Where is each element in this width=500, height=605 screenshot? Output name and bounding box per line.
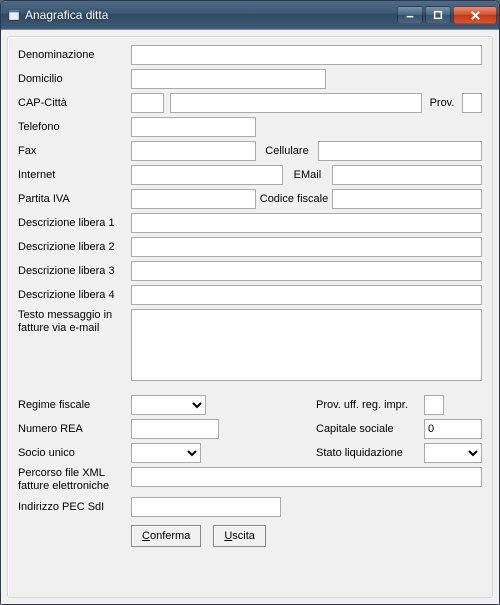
- denominazione-field[interactable]: [131, 45, 482, 65]
- window-title: Anagrafica ditta: [25, 8, 397, 22]
- domicilio-field[interactable]: [131, 69, 326, 89]
- descr2-field[interactable]: [131, 237, 482, 257]
- label-partita-iva: Partita IVA: [18, 193, 131, 205]
- descr4-field[interactable]: [131, 285, 482, 305]
- citta-field[interactable]: [170, 93, 422, 113]
- testo-msg-field[interactable]: [131, 309, 482, 381]
- label-prov: Prov.: [422, 97, 462, 109]
- maximize-button[interactable]: [425, 6, 451, 24]
- label-cap-citta: CAP-Città: [18, 97, 131, 109]
- confirm-button[interactable]: Conferma: [131, 525, 201, 547]
- client-area: Denominazione Domicilio CAP-Città Prov. …: [1, 29, 499, 604]
- label-codice-fiscale: Codice fiscale: [256, 193, 332, 205]
- label-capitale-sociale: Capitale sociale: [316, 423, 424, 435]
- app-window: Anagrafica ditta Denominazione Domicilio…: [0, 0, 500, 605]
- indirizzo-pec-field[interactable]: [131, 497, 281, 517]
- descr1-field[interactable]: [131, 213, 482, 233]
- label-testo-msg: Testo messaggio in fatture via e-mail: [18, 309, 131, 335]
- label-cellulare: Cellulare: [256, 145, 318, 157]
- label-socio-unico: Socio unico: [18, 447, 131, 459]
- label-prov-uff: Prov. uff. reg. impr.: [316, 399, 424, 411]
- label-regime-fiscale: Regime fiscale: [18, 399, 131, 411]
- label-numero-rea: Numero REA: [18, 423, 131, 435]
- label-denominazione: Denominazione: [18, 49, 131, 61]
- percorso-xml-field[interactable]: [131, 467, 482, 487]
- label-internet: Internet: [18, 169, 131, 181]
- label-descr4: Descrizione libera 4: [18, 289, 131, 301]
- form-panel: Denominazione Domicilio CAP-Città Prov. …: [7, 36, 493, 598]
- close-button[interactable]: [453, 6, 497, 24]
- capitale-sociale-field[interactable]: [424, 419, 482, 439]
- label-descr3: Descrizione libera 3: [18, 265, 131, 277]
- app-icon: [7, 8, 21, 22]
- label-email: EMail: [283, 169, 332, 181]
- window-controls: [397, 6, 497, 24]
- label-descr1: Descrizione libera 1: [18, 217, 131, 229]
- stato-liquidazione-combo[interactable]: [424, 443, 482, 463]
- label-domicilio: Domicilio: [18, 73, 131, 85]
- internet-field[interactable]: [131, 165, 283, 185]
- label-telefono: Telefono: [18, 121, 131, 133]
- label-fax: Fax: [18, 145, 131, 157]
- partita-iva-field[interactable]: [131, 189, 256, 209]
- minimize-button[interactable]: [397, 6, 423, 24]
- cellulare-field[interactable]: [318, 141, 482, 161]
- email-field[interactable]: [332, 165, 482, 185]
- label-indirizzo-pec: Indirizzo PEC SdI: [18, 501, 131, 513]
- label-percorso-xml: Percorso file XML fatture elettroniche: [18, 467, 131, 493]
- numero-rea-field[interactable]: [131, 419, 219, 439]
- regime-fiscale-combo[interactable]: [131, 395, 206, 415]
- exit-button[interactable]: Uscita: [213, 525, 266, 547]
- prov-field[interactable]: [462, 93, 482, 113]
- socio-unico-combo[interactable]: [131, 443, 201, 463]
- descr3-field[interactable]: [131, 261, 482, 281]
- label-descr2: Descrizione libera 2: [18, 241, 131, 253]
- cap-field[interactable]: [131, 93, 164, 113]
- titlebar[interactable]: Anagrafica ditta: [1, 1, 499, 29]
- fax-field[interactable]: [131, 141, 256, 161]
- label-stato-liquidazione: Stato liquidazione: [316, 447, 424, 459]
- codice-fiscale-field[interactable]: [332, 189, 482, 209]
- telefono-field[interactable]: [131, 117, 256, 137]
- prov-uff-field[interactable]: [424, 395, 444, 415]
